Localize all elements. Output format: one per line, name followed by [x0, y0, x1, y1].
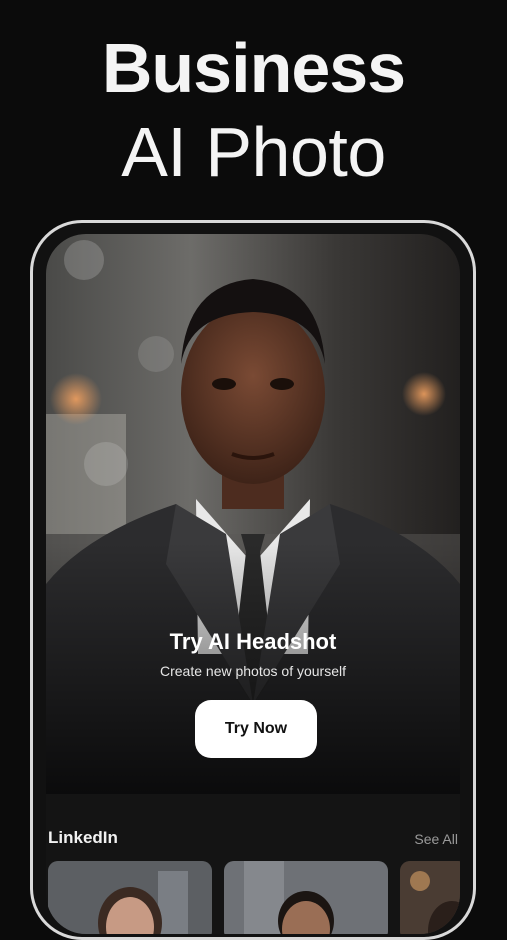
phone-screen: Try AI Headshot Create new photos of you… [46, 234, 460, 934]
see-all-link[interactable]: See All [414, 831, 458, 847]
camera-cutout [64, 240, 104, 280]
section-title-linkedin: LinkedIn [48, 828, 118, 847]
hero-subtitle: Create new photos of yourself [160, 663, 346, 679]
hero-card[interactable]: Try AI Headshot Create new photos of you… [46, 234, 460, 794]
phone-mockup: Try AI Headshot Create new photos of you… [30, 220, 476, 940]
portrait-image [224, 861, 388, 934]
try-now-button[interactable]: Try Now [195, 700, 317, 758]
headline-line-2: AI Photo [121, 113, 386, 191]
portrait-image [48, 861, 212, 934]
headline-line-1: Business [101, 29, 406, 107]
linkedin-photo-2[interactable] [224, 861, 388, 934]
linkedin-photo-1[interactable] [48, 861, 212, 934]
linkedin-photo-3[interactable] [400, 861, 460, 934]
hero-title: Try AI Headshot [169, 629, 337, 654]
portrait-image [400, 861, 460, 934]
linkedin-thumbnails [48, 861, 460, 934]
